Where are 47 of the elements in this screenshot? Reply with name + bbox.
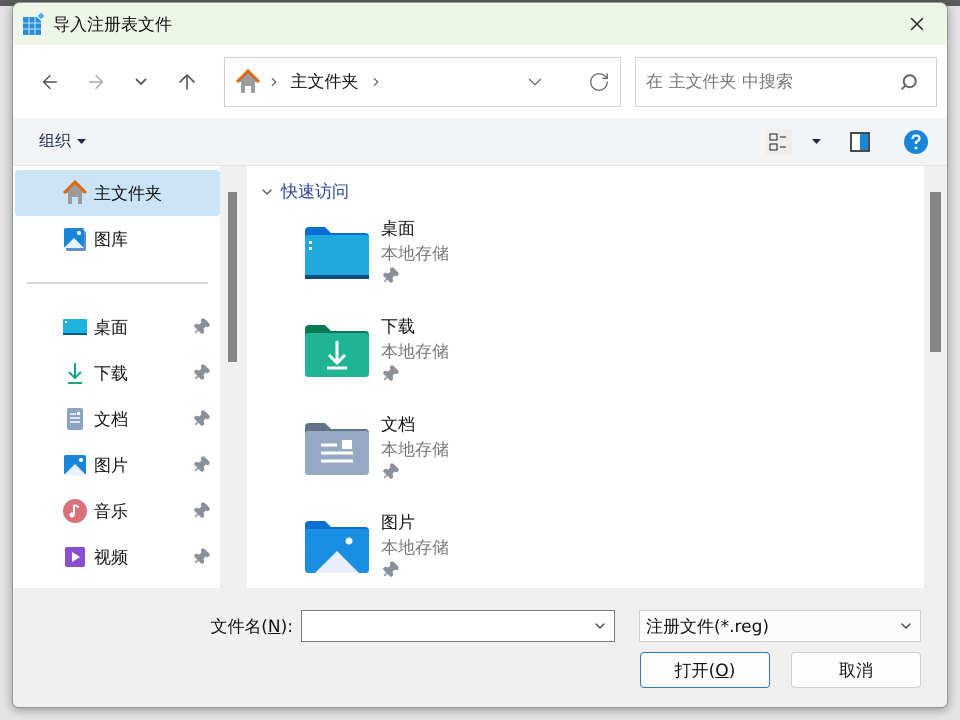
sidebar-item[interactable]: 主文件夹 xyxy=(15,170,220,216)
window-title: 导入注册表文件 xyxy=(53,14,173,36)
folder-location: 本地存储 xyxy=(381,537,449,559)
organize-menu-button[interactable]: 组织 xyxy=(39,131,86,152)
caret-icon xyxy=(77,139,86,144)
folder-location: 本地存储 xyxy=(381,439,449,461)
sidebar-item[interactable]: 文档 xyxy=(15,396,220,442)
open-button[interactable]: 打开(O) xyxy=(640,652,770,688)
music-icon xyxy=(62,498,88,524)
view-options-icon[interactable] xyxy=(766,128,792,154)
desktop-folder-icon xyxy=(305,227,369,279)
folder-name[interactable]: 文档 xyxy=(381,413,449,436)
caret-icon[interactable] xyxy=(812,139,821,144)
search-icon xyxy=(900,72,918,90)
breadcrumb-item[interactable]: 主文件夹 xyxy=(286,70,363,93)
sidebar-item[interactable]: 图片 xyxy=(15,442,220,488)
folder-name[interactable]: 图片 xyxy=(381,511,449,534)
refresh-icon[interactable] xyxy=(588,70,610,92)
sidebar-item[interactable]: 桌面 xyxy=(15,304,220,350)
sidebar-item[interactable]: 视频 xyxy=(15,534,220,580)
folder-name[interactable]: 桌面 xyxy=(381,217,449,240)
document-folder-icon xyxy=(305,423,369,475)
search-input[interactable]: 在 主文件夹 中搜索 xyxy=(646,60,900,104)
folder-location: 本地存储 xyxy=(381,243,449,265)
registry-icon xyxy=(23,13,45,35)
folder-name[interactable]: 下载 xyxy=(381,315,449,338)
cancel-button[interactable]: 取消 xyxy=(791,652,921,688)
picture-icon xyxy=(62,452,88,478)
video-icon xyxy=(62,544,88,570)
sidebar-item[interactable]: 下载 xyxy=(15,350,220,396)
filename-label: 文件名(N): xyxy=(210,616,293,638)
home-icon xyxy=(234,68,261,94)
address-bar[interactable]: 主文件夹 xyxy=(224,56,621,106)
sidebar-item[interactable]: 音乐 xyxy=(15,488,220,534)
gallery-icon xyxy=(62,226,88,252)
scroll-thumb[interactable] xyxy=(228,192,237,362)
filename-field[interactable] xyxy=(301,610,615,642)
home-icon xyxy=(62,180,88,206)
file-type-dropdown[interactable]: 注册文件(*.reg) xyxy=(639,610,921,642)
sidebar-item[interactable]: 图库 xyxy=(15,216,220,262)
chevron-down-icon xyxy=(135,78,148,85)
scroll-thumb[interactable] xyxy=(930,192,941,352)
folder-location: 本地存储 xyxy=(381,341,449,363)
picture-folder-icon xyxy=(305,521,369,573)
search-field[interactable]: 在 主文件夹 中搜索 xyxy=(634,56,937,106)
download-folder-icon xyxy=(305,325,369,377)
section-header[interactable]: 快速访问 xyxy=(259,180,349,203)
